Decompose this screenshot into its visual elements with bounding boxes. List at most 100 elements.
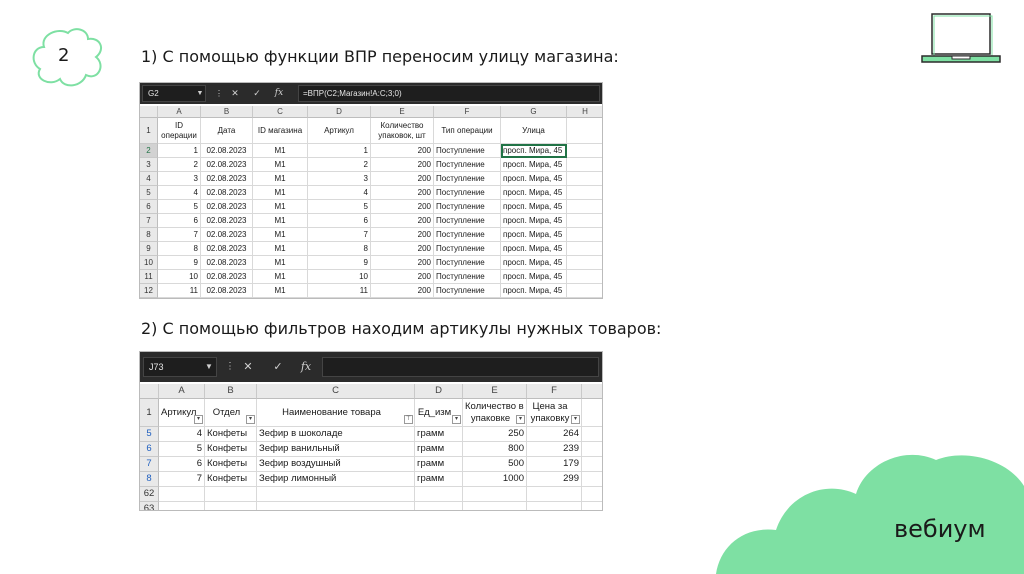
- filter-active-icon[interactable]: ⊤: [404, 415, 413, 424]
- table-cell[interactable]: [463, 502, 527, 510]
- empty-cell[interactable]: [567, 200, 602, 214]
- header-cell[interactable]: Тип операции: [434, 118, 501, 144]
- row-header[interactable]: 62: [140, 487, 159, 502]
- table-cell[interactable]: 7: [159, 472, 205, 487]
- table-cell[interactable]: грамм: [415, 442, 463, 457]
- column-header[interactable]: C: [253, 106, 308, 118]
- row-header[interactable]: 11: [140, 270, 158, 284]
- table-cell[interactable]: 02.08.2023: [201, 172, 253, 186]
- table-cell[interactable]: 200: [371, 256, 434, 270]
- table-cell[interactable]: [159, 502, 205, 510]
- table-cell[interactable]: 02.08.2023: [201, 256, 253, 270]
- table-cell[interactable]: Конфеты: [205, 427, 257, 442]
- confirm-icon[interactable]: ✓: [250, 86, 264, 101]
- table-cell[interactable]: 200: [371, 186, 434, 200]
- column-header[interactable]: A: [159, 384, 205, 399]
- column-header[interactable]: F: [527, 384, 582, 399]
- table-cell[interactable]: просп. Мира, 45: [501, 214, 567, 228]
- table-cell[interactable]: Зефир воздушный: [257, 457, 415, 472]
- column-header[interactable]: B: [205, 384, 257, 399]
- row-header[interactable]: 12: [140, 284, 158, 298]
- row-header[interactable]: 13: [140, 298, 158, 299]
- table-cell[interactable]: 200: [371, 270, 434, 284]
- column-header[interactable]: E: [463, 384, 527, 399]
- table-cell[interactable]: [205, 487, 257, 502]
- table-cell[interactable]: 02.08.2023: [201, 158, 253, 172]
- table-cell[interactable]: 250: [463, 427, 527, 442]
- header-cell[interactable]: Улица: [501, 118, 567, 144]
- table-cell[interactable]: 4: [158, 186, 201, 200]
- row-header[interactable]: 8: [140, 472, 159, 487]
- table-cell[interactable]: M1: [253, 242, 308, 256]
- column-header[interactable]: D: [415, 384, 463, 399]
- table-cell[interactable]: 5: [159, 442, 205, 457]
- filter-dropdown-icon[interactable]: ▾: [246, 415, 255, 424]
- table-cell[interactable]: 6: [308, 214, 371, 228]
- table-cell[interactable]: 8: [158, 242, 201, 256]
- table-cell[interactable]: 5: [158, 200, 201, 214]
- header-cell[interactable]: Количество упаковок, шт: [371, 118, 434, 144]
- table-cell[interactable]: M1: [253, 256, 308, 270]
- table-cell[interactable]: 02.08.2023: [201, 200, 253, 214]
- header-cell[interactable]: Дата: [201, 118, 253, 144]
- table-cell[interactable]: [415, 502, 463, 510]
- table-cell[interactable]: 200: [371, 214, 434, 228]
- table-cell[interactable]: Конфеты: [205, 472, 257, 487]
- table-cell[interactable]: 4: [159, 427, 205, 442]
- table-cell[interactable]: M1: [253, 186, 308, 200]
- table-cell[interactable]: 02.08.2023: [201, 284, 253, 298]
- table-cell[interactable]: Поступление: [434, 200, 501, 214]
- table-cell[interactable]: M1: [253, 172, 308, 186]
- table-cell[interactable]: просп. Мира, 45: [501, 242, 567, 256]
- table-cell[interactable]: M1: [253, 284, 308, 298]
- table-cell[interactable]: M1: [253, 270, 308, 284]
- table-cell[interactable]: Конфеты: [205, 442, 257, 457]
- row-header[interactable]: 8: [140, 228, 158, 242]
- table-cell[interactable]: 800: [463, 442, 527, 457]
- row-header[interactable]: 1: [140, 399, 159, 427]
- selected-cell[interactable]: просп. Мира, 45: [501, 144, 567, 158]
- table-cell[interactable]: [527, 502, 582, 510]
- chevron-down-icon[interactable]: ▼: [202, 357, 216, 377]
- row-header[interactable]: 7: [140, 457, 159, 472]
- table-cell[interactable]: Поступление: [434, 256, 501, 270]
- filter-dropdown-icon[interactable]: ▾: [571, 415, 580, 424]
- table-cell[interactable]: 1: [308, 144, 371, 158]
- table-cell[interactable]: M1: [253, 158, 308, 172]
- confirm-icon[interactable]: ✓: [270, 357, 286, 377]
- table-cell[interactable]: [159, 487, 205, 502]
- table-cell[interactable]: 8: [308, 242, 371, 256]
- column-header[interactable]: B: [201, 106, 253, 118]
- row-header[interactable]: 63: [140, 502, 159, 510]
- table-cell[interactable]: 179: [527, 457, 582, 472]
- table-cell[interactable]: 5: [308, 200, 371, 214]
- cancel-icon[interactable]: ✕: [240, 357, 256, 377]
- table-cell[interactable]: просп. Мира, 45: [501, 200, 567, 214]
- column-header[interactable]: H: [567, 106, 602, 118]
- row-header[interactable]: 10: [140, 256, 158, 270]
- table-cell[interactable]: 1000: [463, 472, 527, 487]
- table-cell[interactable]: [463, 487, 527, 502]
- filter-dropdown-icon[interactable]: ▾: [516, 415, 525, 424]
- table-cell[interactable]: 02.08.2023: [201, 144, 253, 158]
- empty-cell[interactable]: [567, 256, 602, 270]
- table-cell[interactable]: Зефир лимонный: [257, 472, 415, 487]
- row-header[interactable]: 9: [140, 242, 158, 256]
- table-cell[interactable]: 4: [308, 186, 371, 200]
- table-cell[interactable]: 02.08.2023: [201, 242, 253, 256]
- table-cell[interactable]: 2: [158, 158, 201, 172]
- table-cell[interactable]: Поступление: [434, 158, 501, 172]
- table-cell[interactable]: Поступление: [434, 270, 501, 284]
- table-cell[interactable]: [257, 487, 415, 502]
- empty-cell[interactable]: [567, 242, 602, 256]
- row-header[interactable]: 1: [140, 118, 158, 144]
- table-cell[interactable]: 02.08.2023: [201, 228, 253, 242]
- empty-cell[interactable]: [567, 186, 602, 200]
- column-header[interactable]: E: [371, 106, 434, 118]
- table-cell[interactable]: [415, 487, 463, 502]
- table-cell[interactable]: 12: [308, 298, 371, 299]
- table-cell[interactable]: 2: [308, 158, 371, 172]
- table-cell[interactable]: просп. Мира, 45: [501, 172, 567, 186]
- column-header[interactable]: A: [158, 106, 201, 118]
- table-cell[interactable]: M1: [253, 214, 308, 228]
